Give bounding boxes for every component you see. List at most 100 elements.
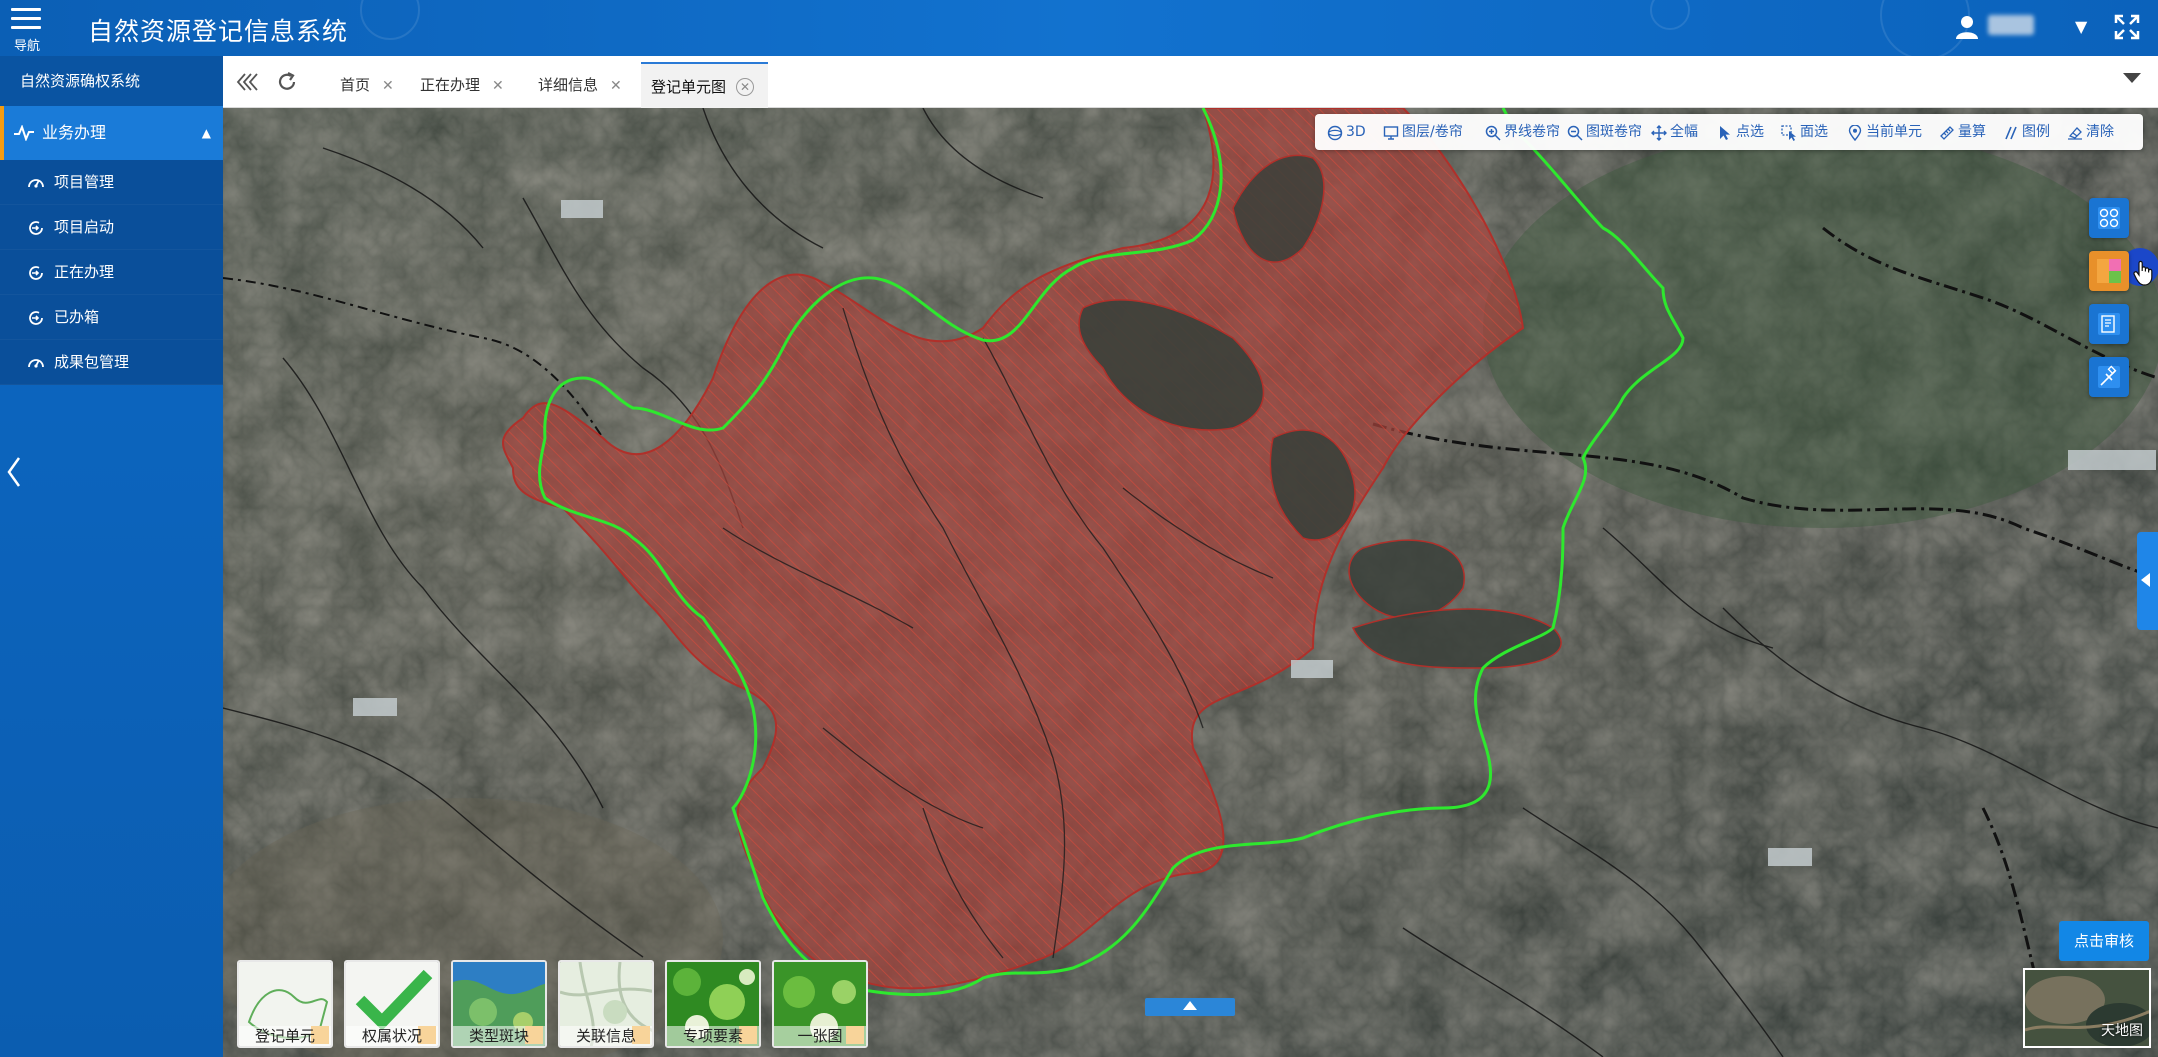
close-icon[interactable]: ✕	[610, 78, 622, 94]
collapse-sidebar-icon[interactable]	[4, 452, 24, 492]
map-view[interactable]: 3D 图层/卷帘 界线卷帘 图斑卷帘 全幅 点选 面选 当前单元 量算 图例 清…	[223, 108, 2158, 1057]
tool-clear[interactable]: 清除	[2067, 114, 2114, 150]
menu-group-business[interactable]: 业务办理 ▲	[0, 106, 223, 160]
ruler-icon	[1940, 126, 1954, 140]
chevron-up-icon: ▲	[201, 126, 211, 140]
tool-layer-swipe[interactable]: 图层/卷帘	[1383, 114, 1463, 150]
header-decoration	[360, 0, 420, 40]
eraser-icon	[2068, 127, 2082, 140]
sidebar-item-result-package[interactable]: 成果包管理	[0, 340, 223, 385]
layer-related-info[interactable]: 关联信息	[558, 960, 654, 1048]
app-header: 导航 自然资源登记信息系统 ▼	[0, 0, 2158, 56]
tool-3d[interactable]: 3D	[1327, 114, 1366, 150]
header-decoration	[1650, 0, 1690, 30]
layer-registration-unit[interactable]: 登记单元	[237, 960, 333, 1048]
place-label-redacted	[353, 698, 397, 716]
hand-cursor-icon	[2133, 260, 2153, 286]
select-area-icon	[1781, 125, 1796, 141]
layer-label: 权属状况	[346, 1026, 438, 1046]
sidebar-item-label: 成果包管理	[54, 353, 130, 371]
layer-label: 专项要素	[667, 1026, 759, 1046]
sidebar-item-done-box[interactable]: 已办箱	[0, 295, 223, 340]
layer-label: 登记单元	[239, 1026, 331, 1046]
expand-right-panel-icon[interactable]	[2137, 532, 2158, 630]
nodes-icon	[2098, 207, 2120, 229]
palette-icon	[2097, 259, 2121, 283]
refresh-icon[interactable]	[275, 70, 299, 94]
tool-patch-swipe[interactable]: 图斑卷帘	[1567, 114, 1642, 150]
tab-home[interactable]: 首页 ✕	[332, 62, 402, 108]
move-icon	[1651, 125, 1667, 141]
layer-label: 一张图	[774, 1026, 866, 1046]
tool-full-extent[interactable]: 全幅	[1651, 114, 1698, 150]
place-label-redacted	[2068, 450, 2156, 470]
sidebar-item-project-start[interactable]: 项目启动	[0, 205, 223, 250]
dashboard-icon	[28, 359, 44, 368]
tool-area-select[interactable]: 面选	[1781, 114, 1828, 150]
tool-current-unit[interactable]: 当前单元	[1847, 114, 1922, 150]
layer-label: 关联信息	[560, 1026, 652, 1046]
tab-in-progress[interactable]: 正在办理 ✕	[412, 62, 512, 108]
basemap-switch-tianditu[interactable]: 天地图	[2023, 968, 2151, 1048]
basemap-label: 天地图	[2101, 1023, 2143, 1039]
tool-point-select[interactable]: 点选	[1717, 114, 1764, 150]
satellite-icon	[2098, 365, 2120, 388]
zoom-in-icon	[1485, 125, 1501, 141]
circle-arrow-icon	[29, 311, 43, 325]
layer-tool-button[interactable]	[2089, 198, 2129, 238]
pulse-icon	[14, 125, 34, 141]
monitor-icon	[1383, 126, 1399, 140]
app-title: 自然资源登记信息系统	[88, 17, 349, 46]
tab-dropdown-icon[interactable]	[2123, 73, 2141, 83]
tab-label: 首页	[340, 76, 371, 94]
nav-label: 导航	[13, 39, 40, 54]
sidebar-item-in-progress[interactable]: 正在办理	[0, 250, 223, 295]
system-title: 自然资源确权系统	[0, 56, 223, 106]
user-avatar-icon[interactable]	[1955, 15, 1979, 39]
fullscreen-icon[interactable]	[2114, 14, 2140, 40]
satellite-map[interactable]	[223, 108, 2158, 1057]
map-toolbar: 3D 图层/卷帘 界线卷帘 图斑卷帘 全幅 点选 面选 当前单元 量算 图例 清…	[1315, 114, 2143, 150]
chevron-down-icon[interactable]: ▼	[2075, 17, 2087, 36]
sidebar: 自然资源确权系统 业务办理 ▲ 项目管理 项目启动 正在办理 已办箱 成果包管理	[0, 56, 223, 1057]
layer-label: 类型斑块	[453, 1026, 545, 1046]
close-icon[interactable]: ✕	[492, 78, 504, 94]
close-circle-icon[interactable]: ✕	[736, 78, 755, 96]
circle-arrow-icon	[29, 221, 43, 235]
expand-bottom-panel-icon[interactable]	[1145, 998, 1235, 1016]
sidebar-item-label: 项目管理	[54, 173, 115, 191]
sidebar-item-label: 项目启动	[54, 218, 115, 236]
tool-boundary-swipe[interactable]: 界线卷帘	[1485, 114, 1560, 150]
tab-label: 登记单元图	[651, 78, 727, 96]
layer-ownership[interactable]: 权属状况	[344, 960, 440, 1048]
dashboard-icon	[28, 179, 44, 188]
legend-icon	[2005, 126, 2017, 140]
user-name-redacted[interactable]	[1988, 15, 2034, 35]
close-icon[interactable]: ✕	[382, 78, 394, 94]
audit-button[interactable]: 点击审核	[2059, 921, 2149, 961]
sidebar-item-label: 已办箱	[54, 308, 100, 326]
layer-type-patches[interactable]: 类型斑块	[451, 960, 547, 1048]
hamburger-icon	[11, 8, 41, 11]
tab-registration-unit-map[interactable]: 登记单元图 ✕	[641, 62, 769, 108]
tab-label: 详细信息	[538, 76, 599, 94]
tab-bar: 首页 ✕ 正在办理 ✕ 详细信息 ✕ 登记单元图 ✕	[223, 56, 2158, 108]
globe-icon	[1327, 125, 1343, 141]
document-button[interactable]	[2089, 304, 2129, 344]
layer-special-elements[interactable]: 专项要素	[665, 960, 761, 1048]
sidebar-item-project-management[interactable]: 项目管理	[0, 160, 223, 205]
tool-measure[interactable]: 量算	[1939, 114, 1986, 150]
tab-label: 正在办理	[420, 76, 481, 94]
pointer-icon	[1720, 126, 1730, 140]
double-chevron-left-icon[interactable]	[235, 70, 259, 94]
circle-arrow-icon	[29, 266, 43, 280]
satellite-button[interactable]	[2089, 357, 2129, 397]
layer-one-map[interactable]: 一张图	[772, 960, 868, 1048]
map-style-button[interactable]	[2089, 251, 2129, 291]
nav-menu-button[interactable]: 导航	[8, 5, 44, 54]
tool-legend[interactable]: 图例	[2003, 114, 2050, 150]
hamburger-icon	[11, 17, 41, 20]
place-label-redacted	[1768, 848, 1812, 866]
tab-detail-info[interactable]: 详细信息 ✕	[530, 62, 630, 108]
place-label-redacted	[1291, 660, 1333, 678]
